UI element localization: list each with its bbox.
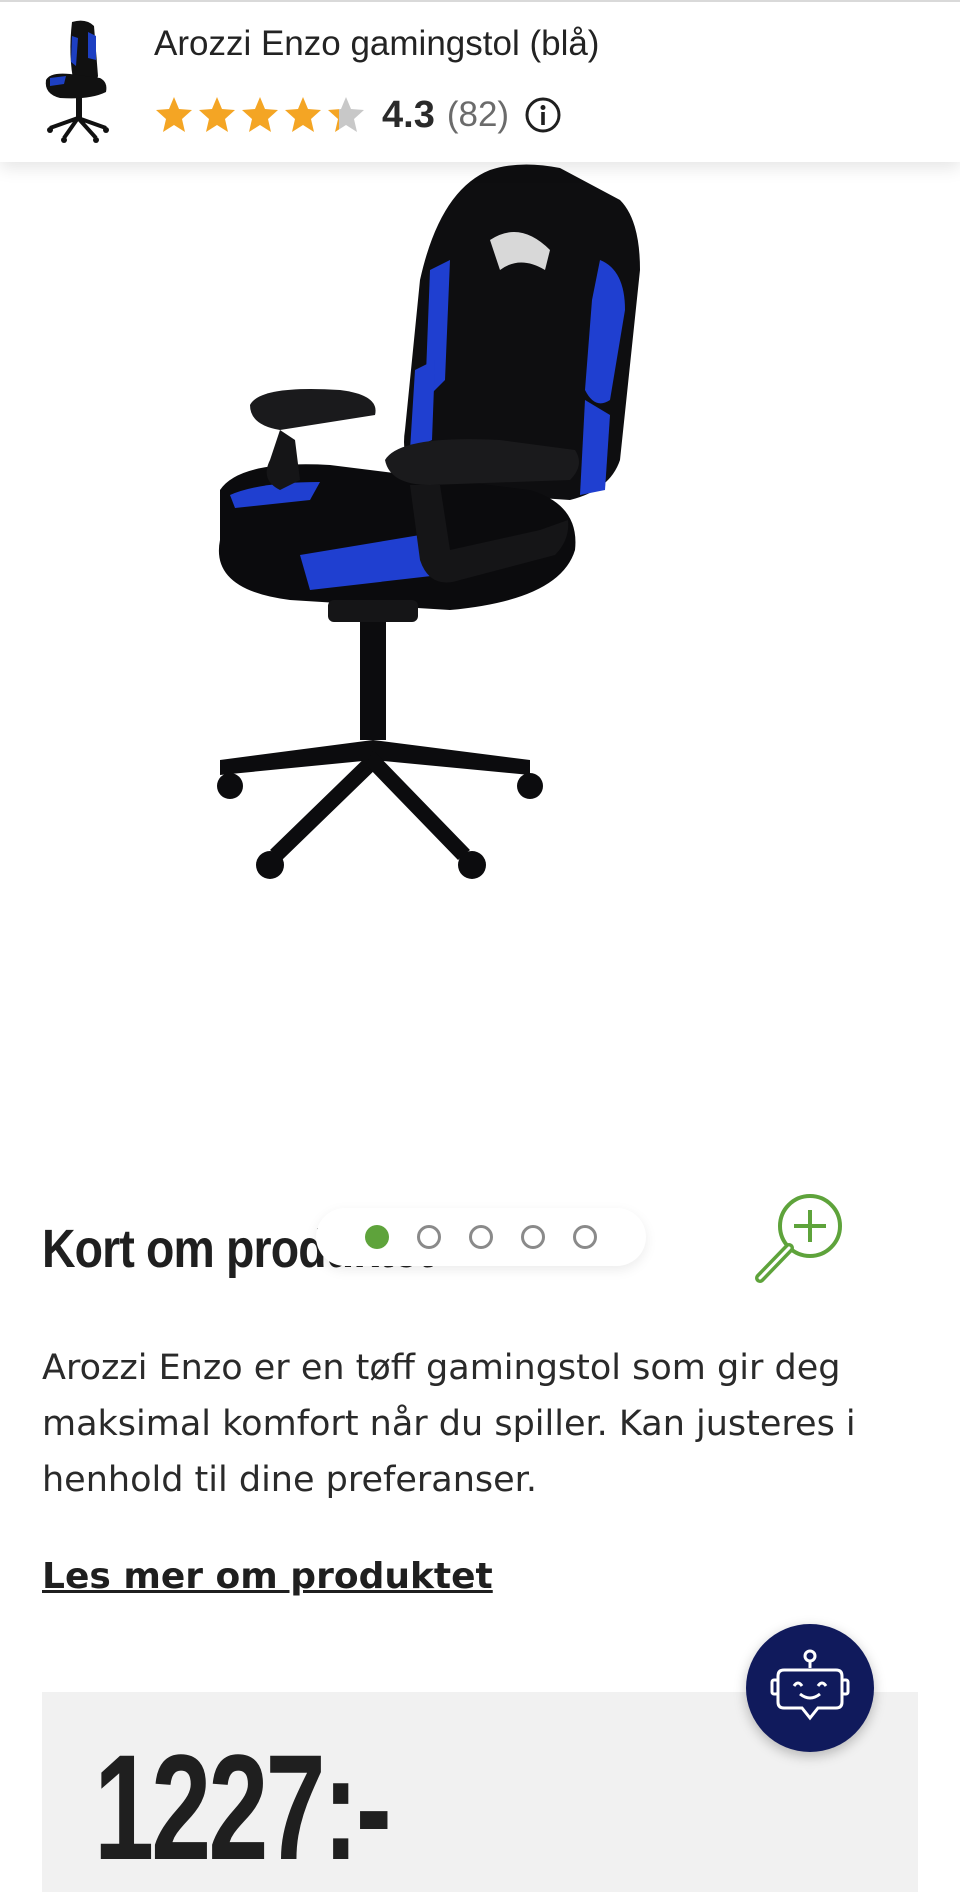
chair-thumbnail-image: [45, 20, 109, 143]
rating-count: (82): [446, 95, 510, 134]
rating-row[interactable]: 4.3 (82): [154, 90, 563, 140]
product-description: Arozzi Enzo er en tøff gamingstol som gi…: [42, 1348, 856, 1500]
star-icon: [285, 97, 321, 132]
star-icon: [242, 97, 278, 132]
carousel-dot[interactable]: [417, 1225, 441, 1249]
zoom-in-icon[interactable]: [752, 1186, 852, 1286]
star-icon: [156, 97, 192, 132]
carousel-dot[interactable]: [365, 1225, 389, 1249]
product-title: Arozzi Enzo gamingstol (blå): [154, 24, 600, 63]
star-icon: [199, 97, 235, 132]
star-icon: [328, 97, 364, 132]
robot-chat-icon: [770, 1649, 850, 1721]
info-icon[interactable]: [523, 95, 563, 135]
carousel-dot[interactable]: [521, 1225, 545, 1249]
product-sticky-header: Arozzi Enzo gamingstol (blå) 4.3 (82): [0, 0, 960, 162]
chatbot-button[interactable]: [746, 1624, 874, 1752]
product-image[interactable]: [200, 160, 760, 1040]
price: 1227:-: [94, 1723, 392, 1891]
carousel-dots: [316, 1208, 646, 1266]
carousel-dot[interactable]: [573, 1225, 597, 1249]
carousel-dot[interactable]: [469, 1225, 493, 1249]
rating-value: 4.3: [382, 93, 435, 136]
star-rating: [154, 95, 366, 135]
read-more-link[interactable]: Les mer om produktet: [42, 1556, 493, 1597]
product-image-gallery[interactable]: [0, 160, 960, 1283]
